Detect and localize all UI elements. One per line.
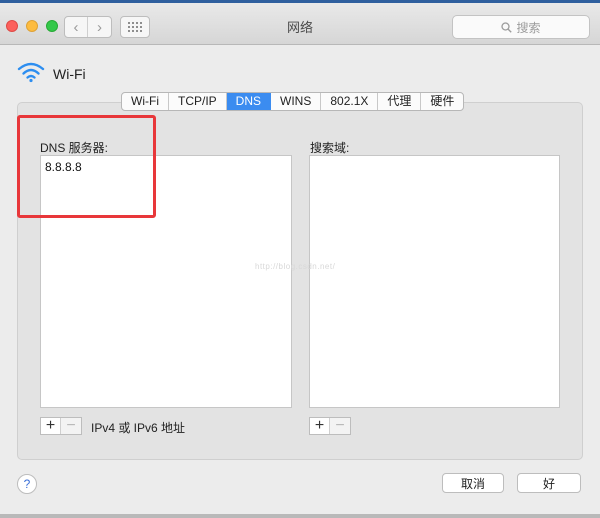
search-field[interactable]: 搜索 xyxy=(452,15,590,39)
tab-dns[interactable]: DNS xyxy=(226,93,271,110)
dns-servers-add-remove: + − xyxy=(40,417,82,435)
red-highlight-annotation xyxy=(17,115,156,218)
interface-name: Wi-Fi xyxy=(53,66,86,82)
network-preferences-window: ‹ › 网络 搜索 Wi-Fi DNS 服务器: 8.8.8.8 搜索域: + … xyxy=(0,0,600,518)
add-search-domain-button[interactable]: + xyxy=(310,418,330,434)
address-format-hint: IPv4 或 IPv6 地址 xyxy=(91,421,186,435)
tab-802-1x[interactable]: 802.1X xyxy=(321,93,379,110)
help-button[interactable]: ? xyxy=(17,474,37,494)
add-dns-server-button[interactable]: + xyxy=(41,418,61,434)
search-domains-list[interactable] xyxy=(309,155,560,408)
cancel-button[interactable]: 取消 xyxy=(442,473,504,493)
wifi-icon xyxy=(17,62,45,83)
search-icon xyxy=(501,21,513,33)
settings-tab-bar: Wi-Fi TCP/IP DNS WINS 802.1X 代理 硬件 xyxy=(121,92,465,111)
watermark-text: http://blog.csdn.net/ xyxy=(255,262,336,271)
search-domains-label: 搜索域: xyxy=(310,141,350,155)
search-placeholder: 搜索 xyxy=(516,20,541,35)
tab-tcp-ip[interactable]: TCP/IP xyxy=(169,93,227,110)
tab-wins[interactable]: WINS xyxy=(271,93,322,110)
search-domains-add-remove: + − xyxy=(309,417,351,435)
remove-search-domain-button[interactable]: − xyxy=(330,418,350,434)
remove-dns-server-button[interactable]: − xyxy=(61,418,81,434)
tab-proxies[interactable]: 代理 xyxy=(378,93,422,110)
title-bar: ‹ › 网络 搜索 xyxy=(0,3,600,45)
ok-button[interactable]: 好 xyxy=(517,473,581,493)
tab-hardware[interactable]: 硬件 xyxy=(421,93,463,110)
tab-wifi[interactable]: Wi-Fi xyxy=(122,93,169,110)
